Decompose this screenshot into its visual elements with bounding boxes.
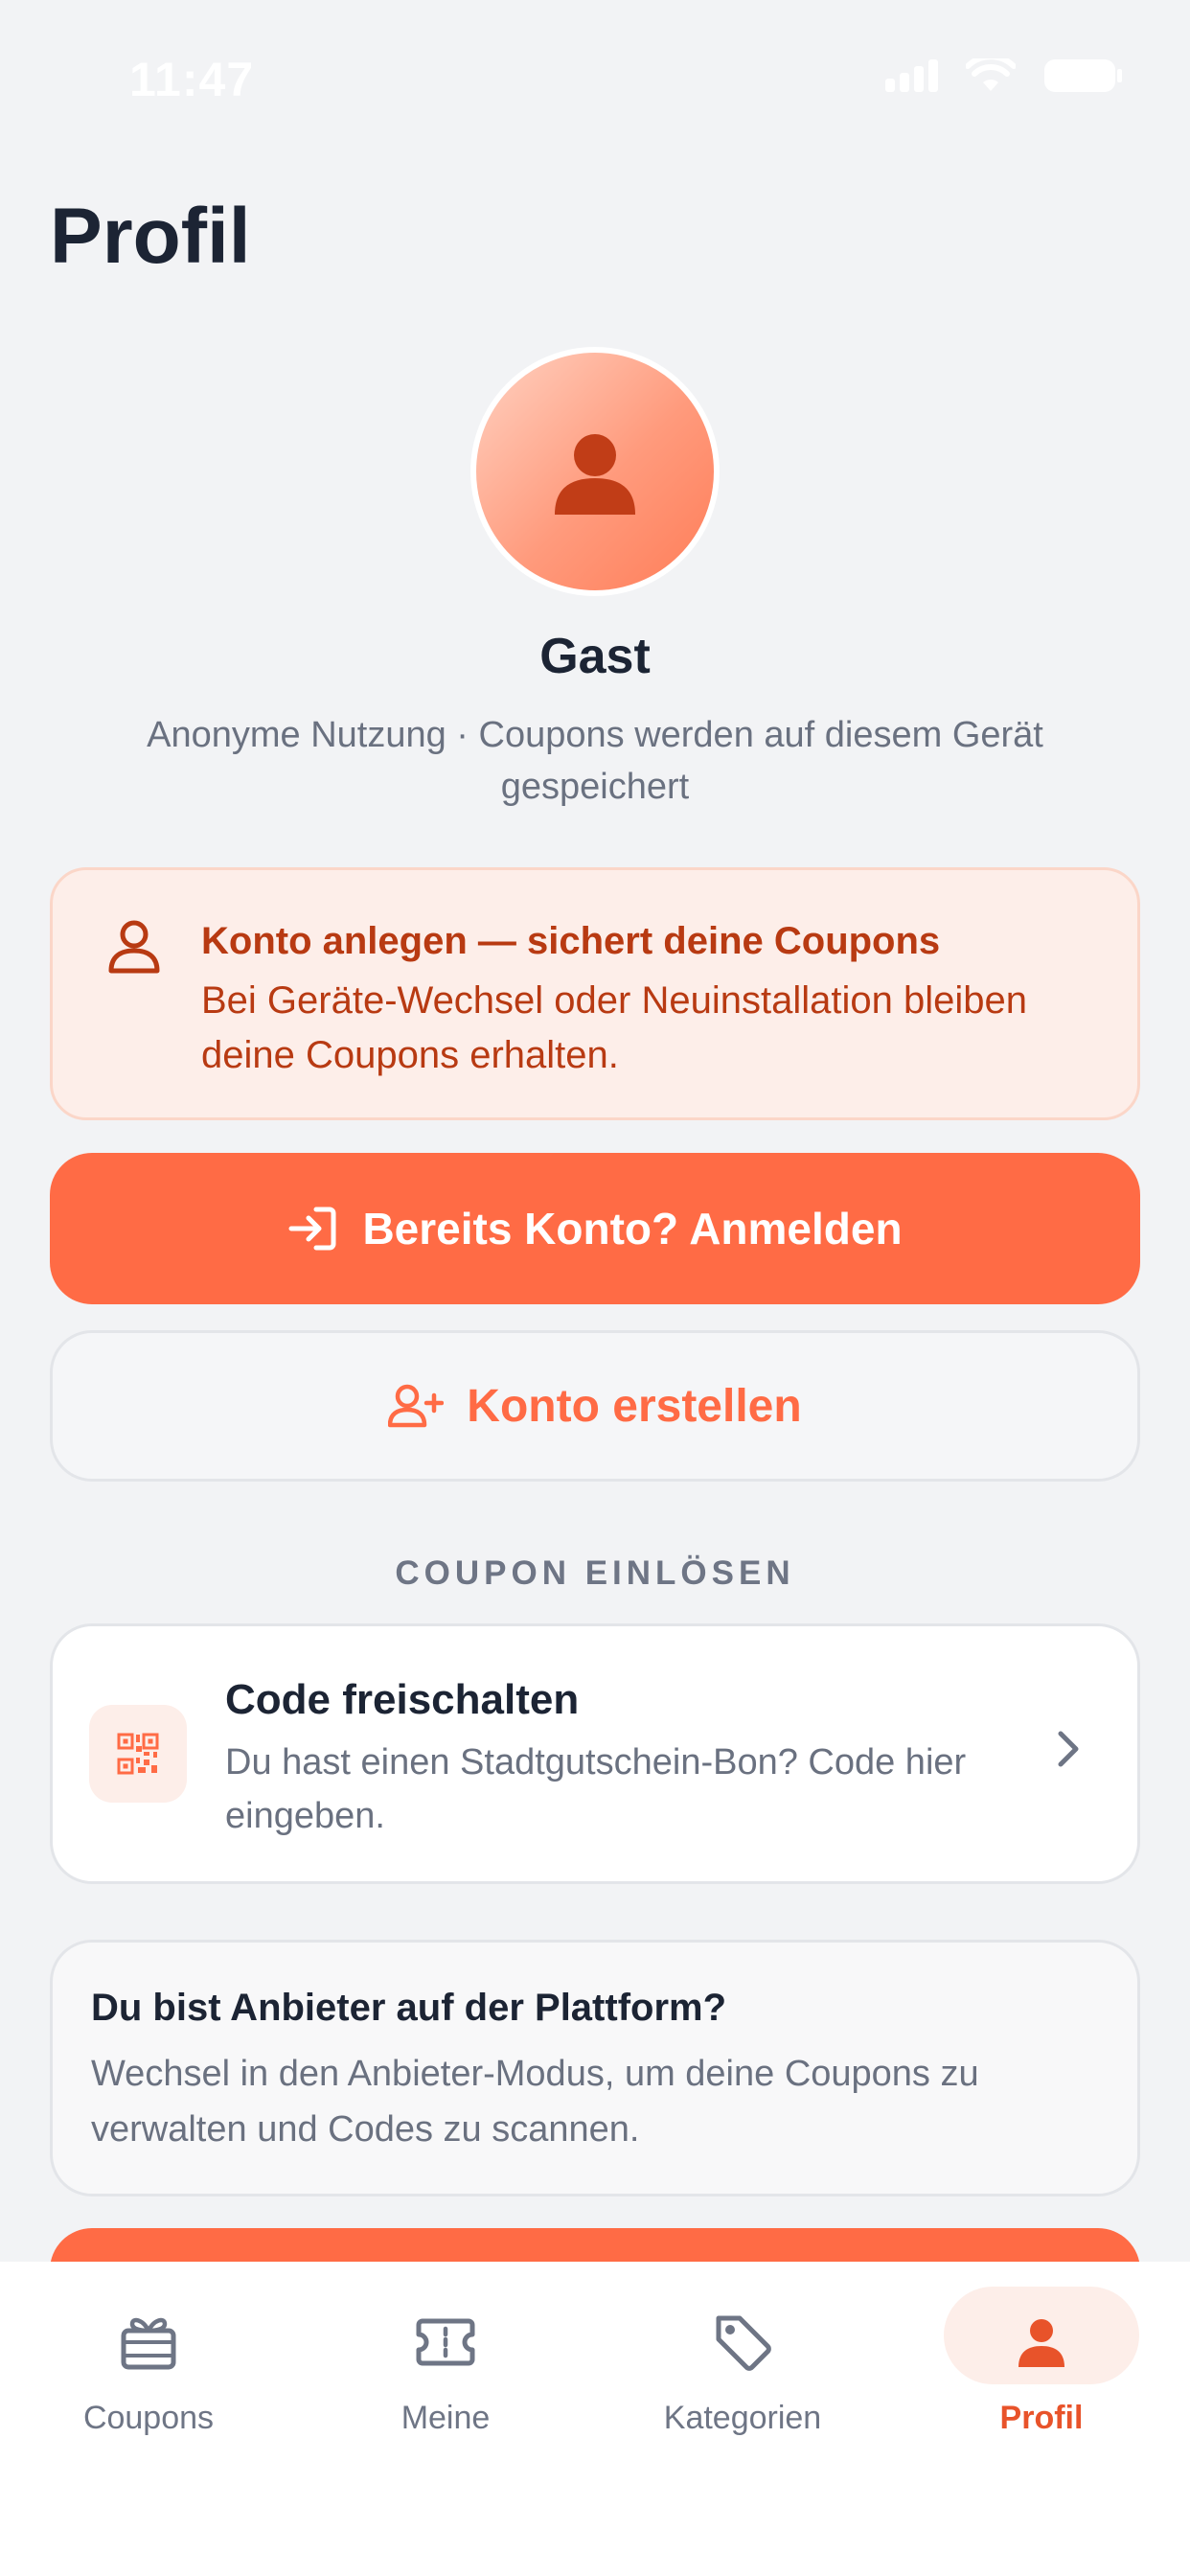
ticket-icon — [416, 2318, 475, 2366]
wifi-icon — [966, 58, 1016, 91]
qr-code-icon-box — [89, 1705, 187, 1803]
page-title: Profil — [50, 193, 251, 280]
person-icon — [555, 434, 635, 515]
sign-in-icon — [288, 1207, 336, 1251]
status-icons — [885, 58, 1123, 94]
profile-name: Gast — [539, 629, 651, 684]
tab-label: Coupons — [82, 2400, 215, 2436]
battery-icon — [1044, 59, 1122, 92]
tab-coupons[interactable]: Coupons — [0, 2262, 297, 2482]
user-plus-icon — [388, 1384, 445, 1428]
tab-label: Meine — [400, 2400, 491, 2436]
gift-icon — [121, 2317, 176, 2370]
tab-profil[interactable]: Profil — [893, 2262, 1190, 2482]
notice-text: Bei Geräte-Wechsel oder Neuinstallation … — [201, 979, 1027, 1076]
profile-description: Anonyme Nutzung · Coupons werden auf die… — [147, 715, 1043, 807]
vendor-card-title: Du bist Anbieter auf der Plattform? — [91, 1987, 727, 2029]
tab-bar: Coupons Meine Kategorien Profil — [0, 2262, 1190, 2576]
avatar — [470, 347, 720, 596]
person-icon — [1018, 2319, 1064, 2367]
redeem-card-title: Code freischalten — [225, 1676, 580, 1723]
tab-meine[interactable]: Meine — [297, 2262, 594, 2482]
chevron-right-icon — [1058, 1731, 1079, 1767]
status-time: 11:47 — [129, 53, 255, 106]
signup-button[interactable]: Konto erstellen — [50, 1330, 1140, 1482]
vendor-mode-card: Du bist Anbieter auf der Plattform? Wech… — [50, 1940, 1140, 2196]
redeem-code-card[interactable]: Code freischalten Du hast einen Stadtgut… — [50, 1623, 1140, 1884]
section-label-redeem: COUPON EINLÖSEN — [395, 1554, 795, 1592]
user-outline-icon — [108, 920, 160, 974]
tab-kategorien[interactable]: Kategorien — [594, 2262, 891, 2482]
tag-icon — [716, 2315, 771, 2371]
notice-title: Konto anlegen — sichert deine Coupons — [201, 920, 941, 962]
tab-label: Profil — [999, 2400, 1084, 2436]
vendor-card-text: Wechsel in den Anbieter-Modus, um deine … — [91, 2054, 979, 2150]
account-notice: Konto anlegen — sichert deine Coupons Be… — [50, 867, 1140, 1120]
tab-label: Kategorien — [663, 2400, 822, 2436]
redeem-card-text: Du hast einen Stadtgutschein-Bon? Code h… — [225, 1742, 967, 1836]
qr-code-icon — [117, 1733, 159, 1775]
login-button[interactable]: Bereits Konto? Anmelden — [50, 1153, 1140, 1304]
signal-icon — [885, 59, 938, 92]
login-button-label: Bereits Konto? Anmelden — [362, 1204, 903, 1254]
signup-button-label: Konto erstellen — [467, 1380, 802, 1432]
